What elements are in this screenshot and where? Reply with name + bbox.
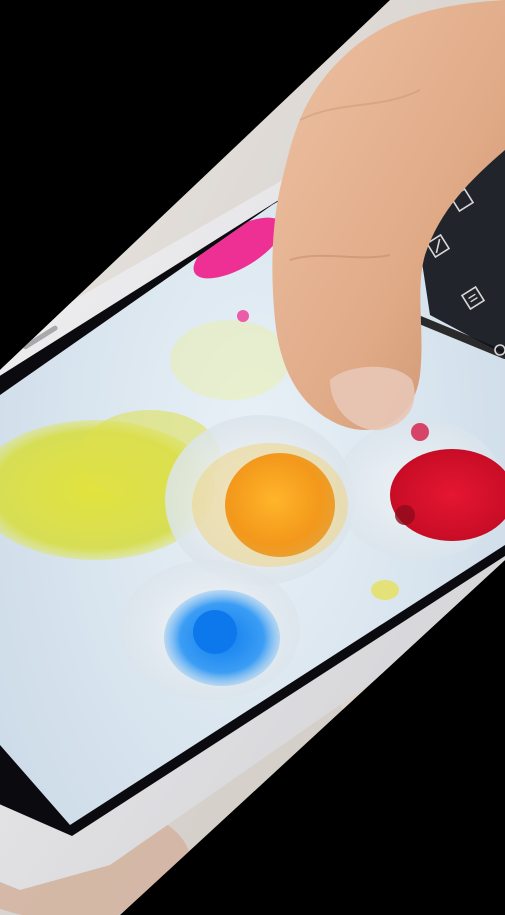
orange-paint <box>225 453 335 557</box>
rotated-photo <box>0 0 505 915</box>
photo-scene <box>0 0 505 915</box>
